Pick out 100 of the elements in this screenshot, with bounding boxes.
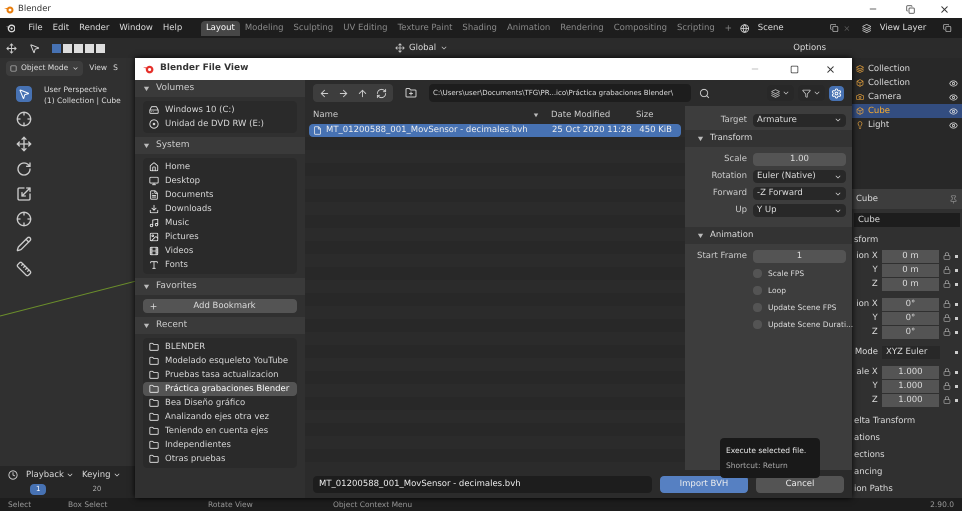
measure-tool-icon[interactable] (16, 261, 32, 277)
sidebar-item[interactable]: Práctica grabaciones Blender (143, 382, 297, 396)
sidebar-item[interactable]: Otras pruebas (143, 452, 297, 466)
sidebar-item[interactable]: Home (143, 160, 297, 174)
menu-dropdown[interactable]: Keying (82, 468, 120, 482)
section-header[interactable]: Favorites (135, 278, 305, 295)
add-workspace-icon[interactable] (724, 23, 732, 33)
sidebar-item[interactable]: Pictures (143, 230, 297, 244)
checkbox[interactable] (753, 303, 762, 312)
cursor-tool-icon[interactable] (16, 111, 32, 127)
workspace-tab[interactable]: Shading (457, 20, 502, 36)
number-field[interactable]: 0 m (882, 278, 940, 290)
lock-icon[interactable] (943, 314, 952, 322)
annotate-tool-icon[interactable] (16, 236, 32, 252)
sidebar-item[interactable]: Unidad de DVD RW (E:) (143, 117, 297, 131)
dropdown-field[interactable]: -Z Forward (753, 187, 846, 200)
number-field[interactable]: 0 m (882, 264, 940, 276)
add-bookmark-button[interactable]: Add Bookmark (143, 299, 297, 313)
forward-icon[interactable] (338, 88, 349, 98)
section-header[interactable]: System (135, 137, 305, 154)
panel-header[interactable]: ations (852, 430, 962, 447)
lock-icon[interactable] (943, 328, 952, 336)
sidebar-item[interactable]: Downloads (143, 202, 297, 216)
maximize-button[interactable] (790, 64, 799, 74)
lock-icon[interactable] (943, 252, 952, 260)
rotate-tool-icon[interactable] (16, 161, 32, 177)
number-field[interactable]: 0° (882, 298, 940, 310)
sidebar-item[interactable]: Music (143, 216, 297, 230)
lock-icon[interactable] (943, 368, 952, 376)
workspace-tab[interactable]: UV Editing (338, 20, 393, 36)
view-layer-field[interactable]: View Layer (880, 22, 940, 34)
select-mode-icons[interactable] (52, 44, 105, 52)
sidebar-item[interactable]: Documents (143, 188, 297, 202)
outliner-row[interactable]: Collection (852, 62, 962, 76)
menu-item[interactable]: Window (114, 22, 158, 34)
visibility-icon[interactable] (949, 106, 958, 116)
file-row[interactable]: MT_01200588_001_MovSensor - decimales.bvh 25 Oct 2020 11:28 450 KiB (309, 124, 681, 137)
dropdown-field[interactable]: Armature (753, 114, 846, 126)
menu-item[interactable]: Render (74, 22, 114, 34)
name-field[interactable]: Cube (854, 213, 960, 227)
column-header[interactable]: Name (313, 108, 533, 122)
section-header[interactable]: Volumes (135, 80, 305, 97)
orientation-dropdown[interactable]: Global (409, 42, 436, 54)
move-tool-icon[interactable] (16, 136, 32, 152)
menu-item[interactable]: Edit (48, 22, 74, 34)
sidebar-item[interactable]: Bea Diseño gráfico (143, 396, 297, 410)
column-header[interactable]: Size (636, 108, 654, 122)
new-folder-icon[interactable] (405, 87, 417, 99)
settings-button[interactable] (829, 86, 844, 100)
pin-icon[interactable] (949, 194, 958, 204)
sidebar-item[interactable]: Teniendo en cuenta ejes (143, 424, 297, 438)
close-button[interactable] (939, 4, 950, 14)
workspace-tab[interactable]: Modeling (240, 20, 289, 36)
sidebar-item[interactable]: Fonts (143, 258, 297, 272)
number-field[interactable]: 1.000 (882, 380, 940, 392)
number-field[interactable]: 0° (882, 326, 940, 338)
remove-scene-icon[interactable] (842, 24, 850, 32)
restore-button[interactable] (906, 4, 915, 14)
sidebar-item[interactable]: Videos (143, 244, 297, 258)
workspace-tab[interactable]: Layout (200, 20, 240, 36)
workspace-tab[interactable]: Rendering (555, 20, 609, 36)
parent-folder-icon[interactable] (357, 88, 368, 98)
workspace-tab[interactable]: Texture Paint (392, 20, 458, 36)
section-header[interactable]: Transform (685, 130, 852, 147)
workspace-tab[interactable]: Sculpting (288, 20, 338, 36)
lock-icon[interactable] (943, 396, 952, 404)
search-icon[interactable] (699, 88, 710, 98)
view-layer-icon[interactable] (862, 22, 872, 34)
number-field[interactable]: 1.000 (882, 366, 940, 378)
sidebar-item[interactable]: Modelado esqueleto YouTube (143, 354, 297, 368)
sidebar-item[interactable]: Desktop (143, 174, 297, 188)
section-header[interactable]: Animation (685, 227, 852, 244)
number-field[interactable]: 0 m (882, 250, 940, 262)
sidebar-item[interactable]: BLENDER (143, 340, 297, 354)
select-tool-icon[interactable] (16, 86, 32, 102)
lock-icon[interactable] (943, 382, 952, 390)
number-field[interactable]: 1.000 (882, 394, 940, 406)
visibility-icon[interactable] (949, 92, 958, 102)
options-dropdown[interactable]: Options (793, 42, 826, 54)
lock-icon[interactable] (943, 280, 952, 288)
visibility-icon[interactable] (949, 120, 958, 130)
panel-header[interactable]: ion Paths (852, 481, 962, 498)
sidebar-item[interactable]: Analizando ejes otra vez (143, 410, 297, 424)
checkbox[interactable] (753, 286, 762, 295)
sidebar-item[interactable]: Pruebas tasa actualizacion (143, 368, 297, 382)
select-tool-icon[interactable] (29, 42, 40, 54)
outliner-row[interactable]: Collection (852, 76, 962, 90)
panel-header[interactable]: elta Transform (852, 413, 962, 430)
sidebar-item[interactable]: Independientes (143, 438, 297, 452)
close-button[interactable] (825, 64, 836, 74)
number-field[interactable]: 1 (753, 250, 846, 263)
workspace-tab[interactable]: Compositing (608, 20, 672, 36)
lock-icon[interactable] (943, 266, 952, 274)
visibility-icon[interactable] (949, 78, 958, 88)
checkbox[interactable] (753, 320, 762, 329)
number-field[interactable]: 0° (882, 312, 940, 324)
column-header[interactable]: Date Modified (551, 108, 636, 122)
workspace-tab[interactable]: Scripting (672, 20, 720, 36)
checkbox[interactable] (753, 269, 762, 278)
section-header[interactable]: Recent (135, 317, 305, 334)
